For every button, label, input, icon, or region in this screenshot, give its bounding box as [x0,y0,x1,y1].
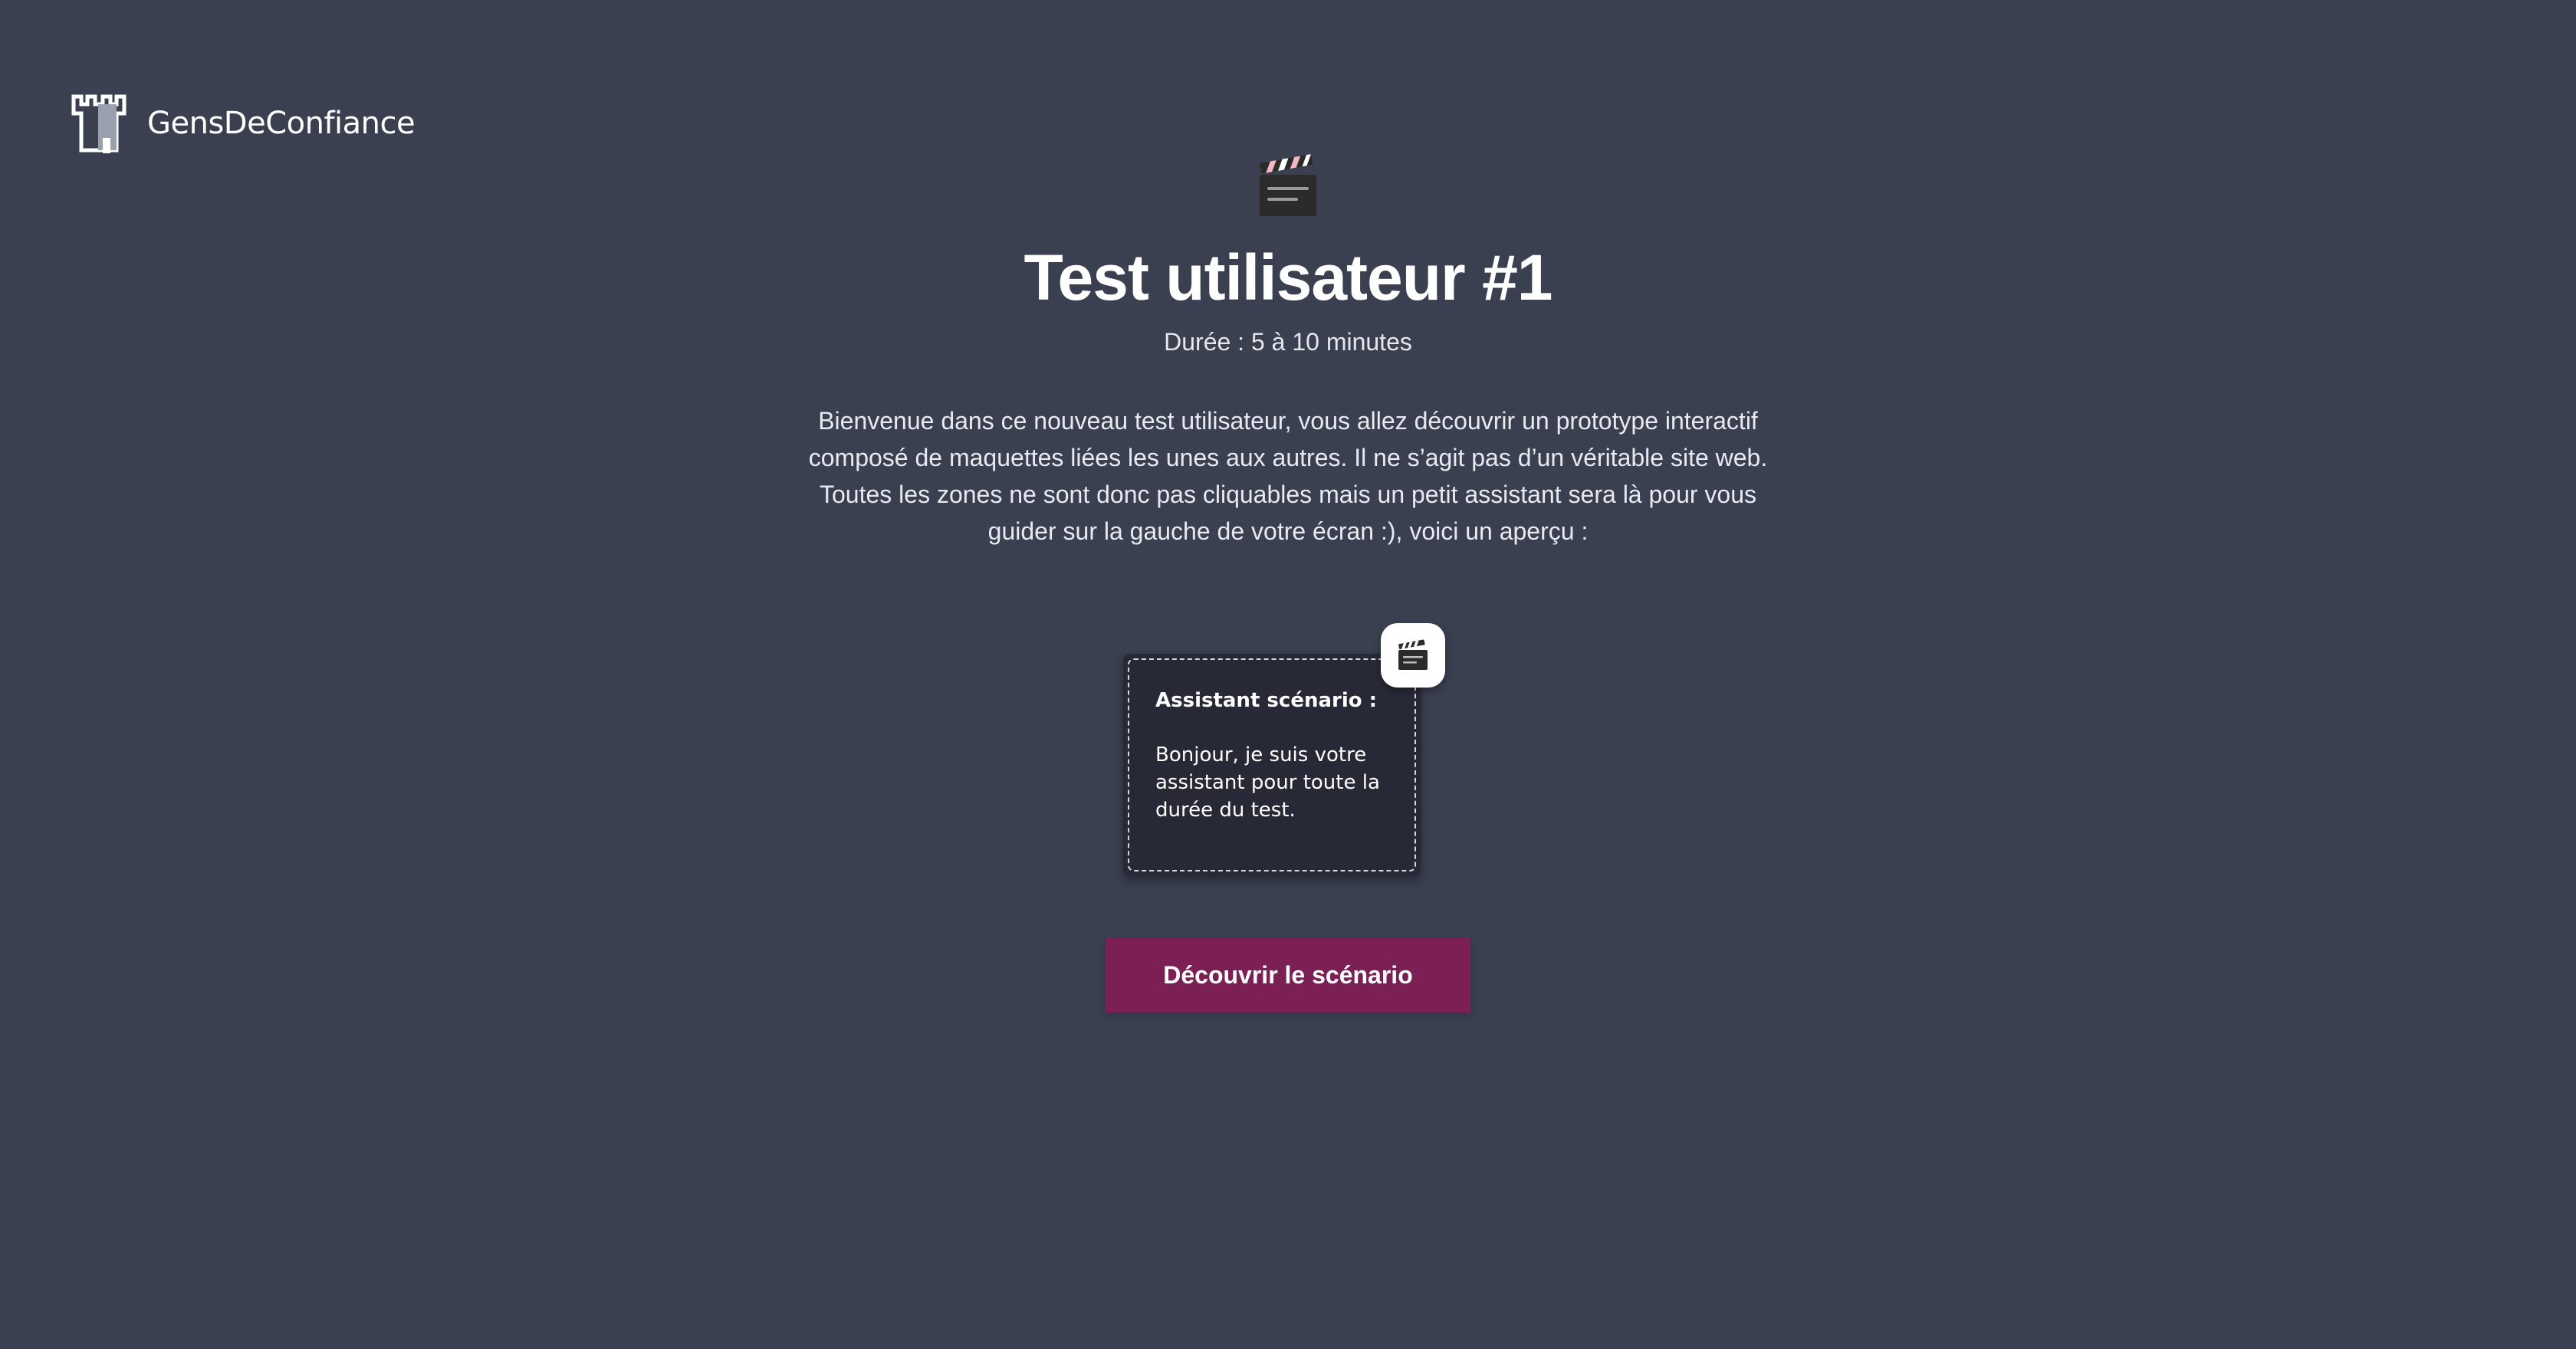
intro-line: Toutes les zones ne sont donc pas cliqua… [819,481,1757,509]
intro-paragraph: Bienvenue dans ce nouveau test utilisate… [767,402,1809,550]
discover-scenario-button[interactable]: Découvrir le scénario [1106,937,1470,1013]
page-title: Test utilisateur #1 [1024,241,1552,313]
assistant-card-inner: Assistant scénario : Bonjour, je suis vo… [1128,658,1416,872]
brand-logo[interactable]: GensDeConfiance [69,92,416,155]
assistant-heading: Assistant scénario : [1155,689,1378,713]
duration-text: Durée : 5 à 10 minutes [1164,328,1412,356]
clapperboard-icon [1260,154,1316,216]
page: GensDeConfiance Test utilisateur #1 Duré… [0,0,2576,1349]
clapperboard-icon [1398,639,1428,671]
castle-tower-icon [71,94,127,153]
intro-line: guider sur la gauche de votre écran :), … [987,517,1589,546]
assistant-card: Assistant scénario : Bonjour, je suis vo… [1123,654,1421,877]
intro-line: Bienvenue dans ce nouveau test utilisate… [818,407,1758,435]
main-content: Test utilisateur #1 Durée : 5 à 10 minut… [0,153,2576,1013]
brand-name: GensDeConfiance [147,106,416,141]
assistant-badge[interactable] [1381,623,1445,688]
assistant-preview: Assistant scénario : Bonjour, je suis vo… [1123,623,1453,877]
assistant-message: Bonjour, je suis votre assistant pour to… [1155,743,1380,822]
intro-line: composé de maquettes liées les unes aux … [808,444,1768,472]
